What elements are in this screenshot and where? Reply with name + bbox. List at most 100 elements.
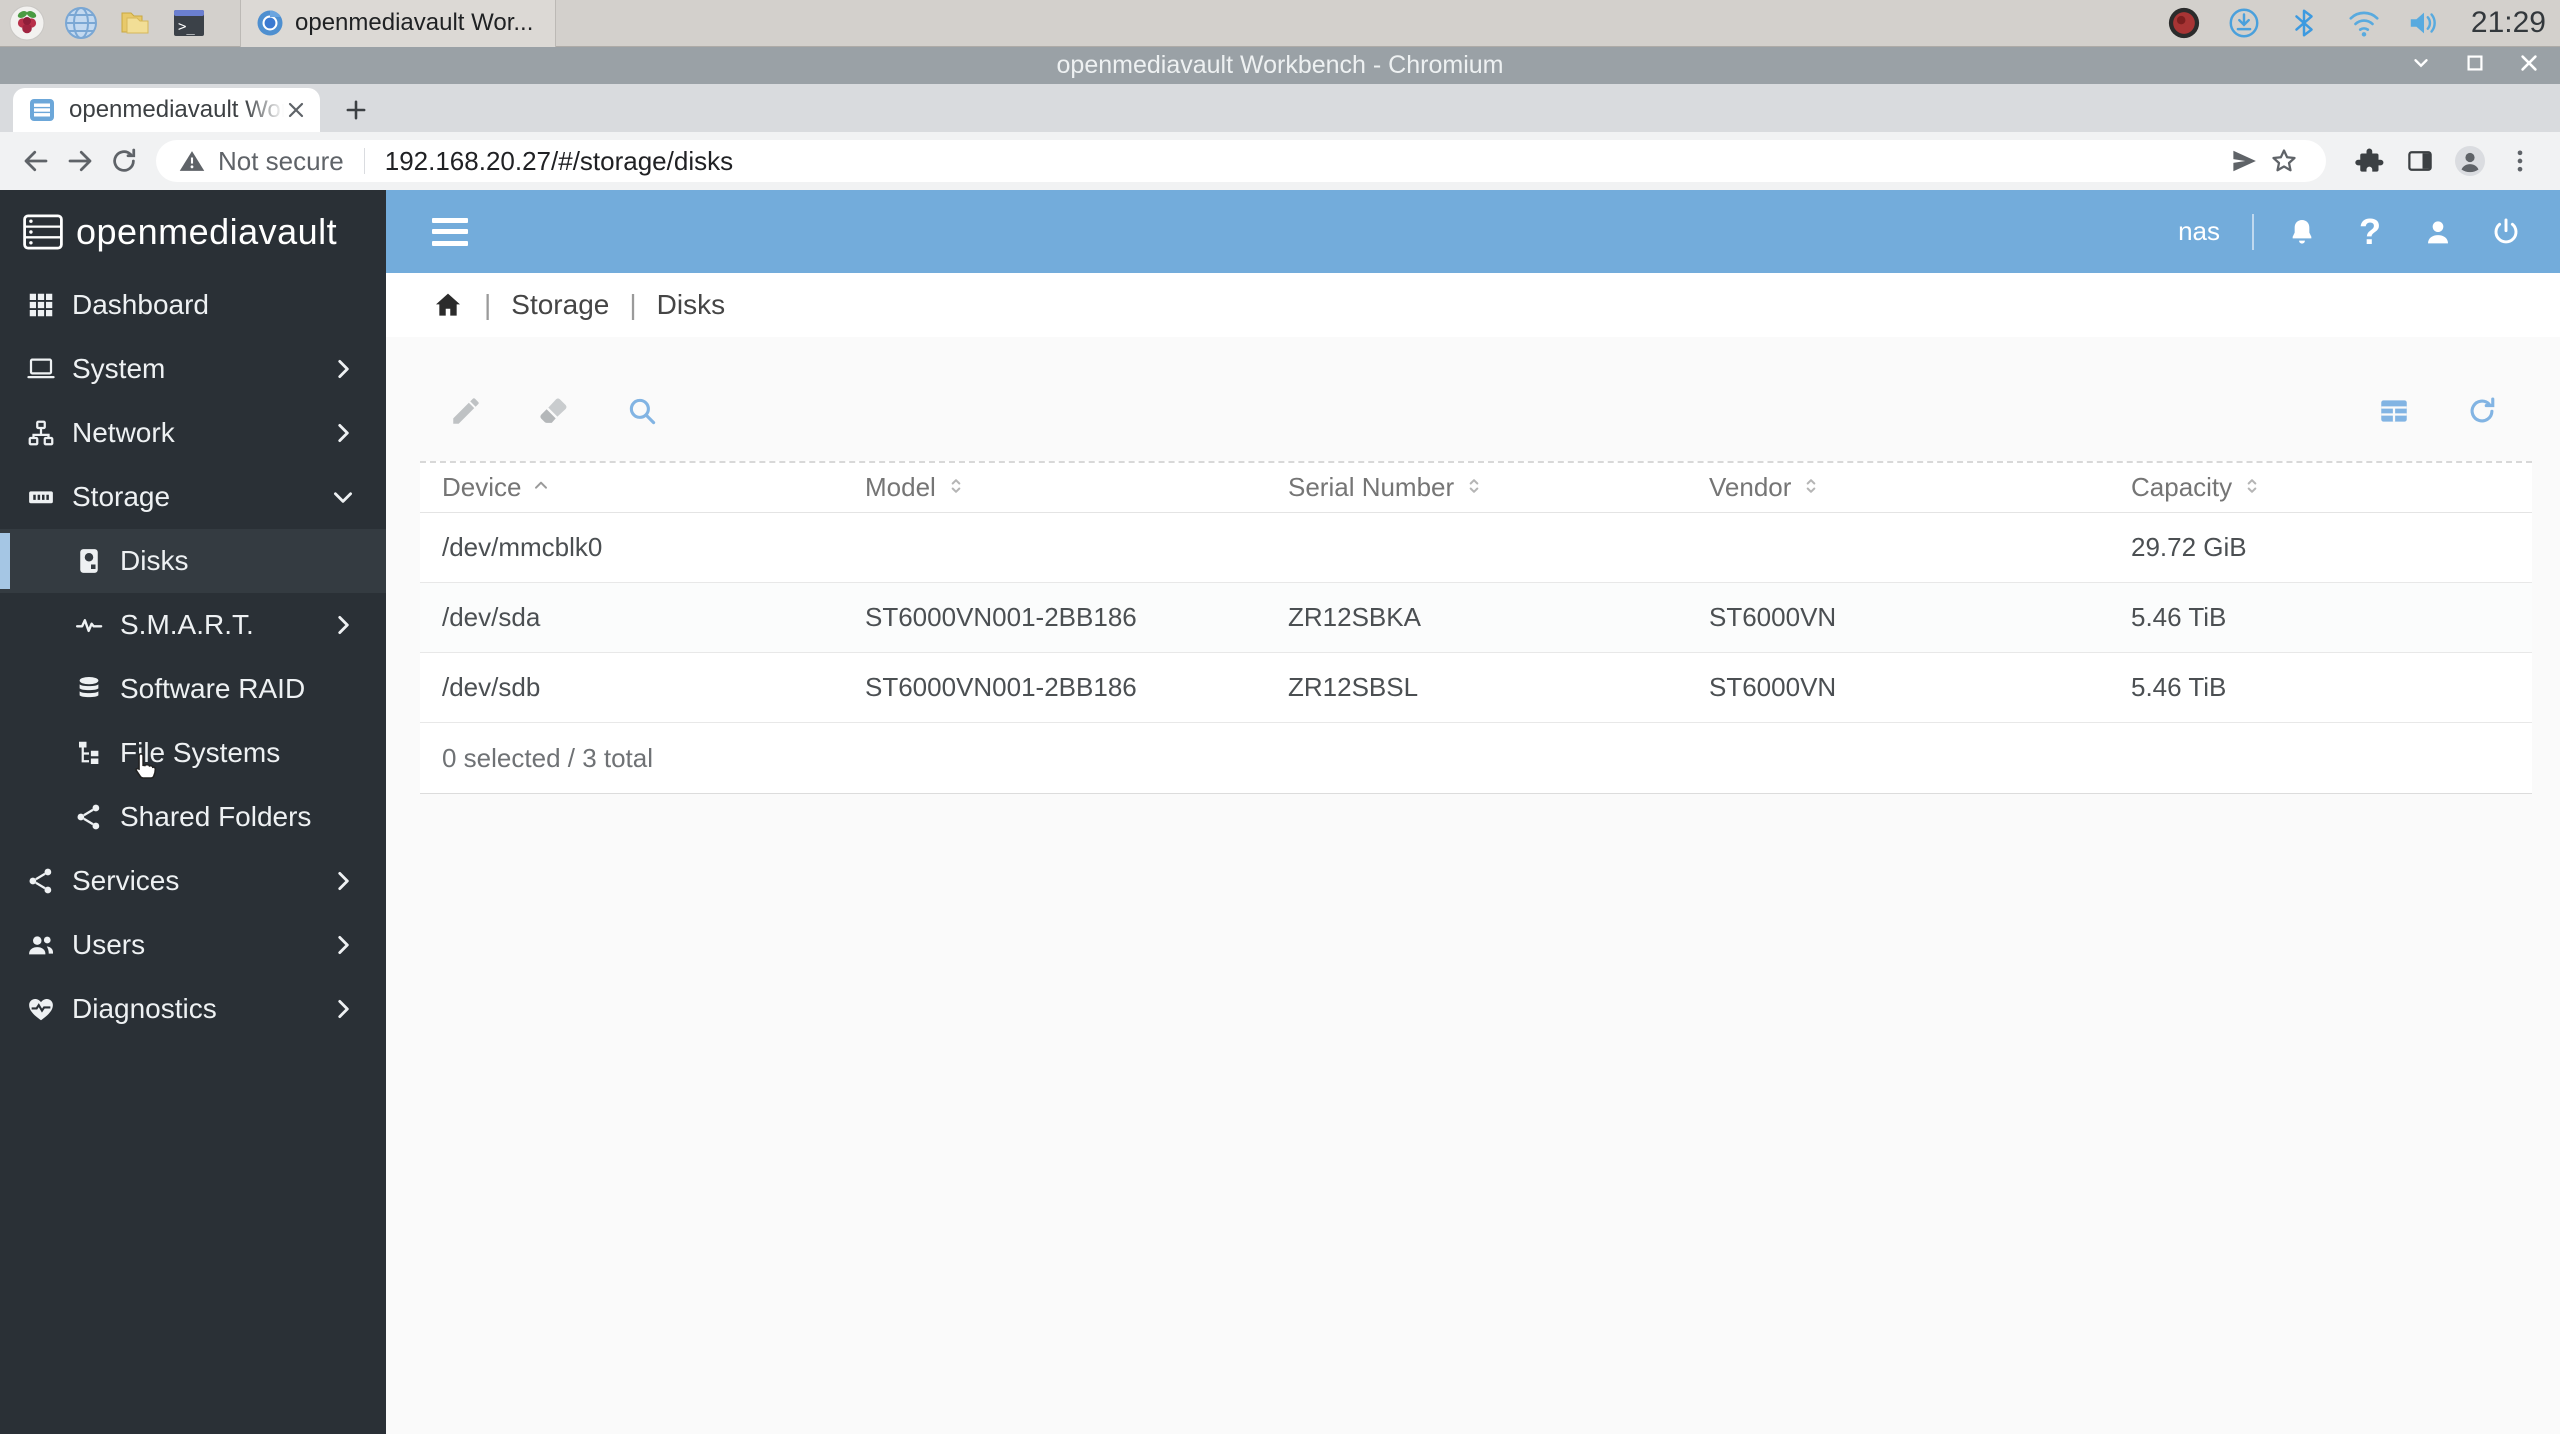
disk-icon [74,546,104,576]
chevron-right-icon [330,932,356,958]
tab-strip: openmediavault Workbe [0,84,2560,132]
search-button[interactable] [624,393,660,429]
hostname-label: nas [2178,216,2220,246]
user-icon[interactable] [2418,212,2458,252]
sidebar-item-users[interactable]: Users [0,913,386,977]
header-divider [2252,213,2254,250]
column-header-capacity[interactable]: Capacity [2109,472,2532,503]
column-header-vendor[interactable]: Vendor [1687,472,2109,503]
sidebar-item-shared-folders[interactable]: Shared Folders [0,785,386,849]
maximize-button[interactable] [2464,52,2486,79]
table-row[interactable]: /dev/mmcblk0 29.72 GiB [420,513,2532,583]
breadcrumb: | Storage | Disks [386,273,2560,337]
table-row[interactable]: /dev/sdb ST6000VN001-2BB186 ZR12SBSL ST6… [420,653,2532,723]
sort-icon [1801,472,1821,503]
send-to-device-icon[interactable] [2224,141,2264,181]
raspberry-menu-icon[interactable] [8,4,46,42]
sort-asc-icon [531,472,551,503]
terminal-icon[interactable]: >_ [170,4,208,42]
updates-icon[interactable] [2225,4,2263,42]
network-icon [26,418,56,448]
camera-status-icon[interactable] [2165,4,2203,42]
chevron-right-icon [330,868,356,894]
datatable-toolbar [386,385,2560,437]
sidebar-item-disks[interactable]: Disks [0,529,386,593]
storage-icon [26,482,56,512]
web-browser-icon[interactable] [62,4,100,42]
table-row[interactable]: /dev/sda ST6000VN001-2BB186 ZR12SBKA ST6… [420,583,2532,653]
not-secure-warning-icon [179,151,205,171]
minimize-button[interactable] [2410,52,2432,79]
sidebar-item-storage[interactable]: Storage [0,465,386,529]
chevron-right-icon [330,996,356,1022]
extensions-icon[interactable] [2348,139,2392,183]
logo-text: openmediavault [76,210,338,252]
sidebar: openmediavault Dashboard System Network … [0,190,386,1434]
app-header: nas ? [386,190,2560,273]
power-icon[interactable] [2486,212,2526,252]
close-button[interactable] [2518,52,2540,79]
edit-button[interactable] [448,393,484,429]
reload-table-button[interactable] [2464,393,2500,429]
taskbar-window-title: openmediavault Wor... [295,9,534,36]
sidebar-item-system[interactable]: System [0,337,386,401]
side-panel-icon[interactable] [2398,139,2442,183]
chevron-right-icon [330,356,356,382]
home-icon[interactable] [432,289,464,321]
bluetooth-icon[interactable] [2285,4,2323,42]
sidebar-item-file-systems[interactable]: File Systems [0,721,386,785]
new-tab-button[interactable] [334,88,378,132]
mouse-cursor-hand [135,752,157,779]
taskbar-clock[interactable]: 21:29 [2471,6,2546,40]
wifi-icon[interactable] [2345,4,2383,42]
disks-table: Device Model Serial Number Vendor Capaci… [420,461,2532,794]
browser-titlebar: openmediavault Workbench - Chromium [0,47,2560,84]
selection-summary: 0 selected / 3 total [442,742,654,773]
omnibox[interactable]: Not secure 192.168.20.27/#/storage/disks [156,140,2326,182]
columns-button[interactable] [2376,393,2412,429]
chevron-right-icon [330,612,356,638]
address-bar: Not secure 192.168.20.27/#/storage/disks [0,132,2560,190]
sidebar-item-smart[interactable]: S.M.A.R.T. [0,593,386,657]
security-label: Not secure [218,145,344,176]
back-button[interactable] [14,139,58,183]
browser-menu-kebab-icon[interactable] [2498,139,2542,183]
sidebar-item-diagnostics[interactable]: Diagnostics [0,977,386,1041]
url-text: 192.168.20.27/#/storage/disks [384,145,734,176]
tab-title: openmediavault Workbe [69,96,284,123]
os-taskbar: >_ openmediavault Wor... 21:29 [0,0,2560,47]
notifications-bell-icon[interactable] [2282,212,2322,252]
column-header-model[interactable]: Model [843,472,1266,503]
omnibox-divider [363,148,365,174]
dashboard-icon [26,290,56,320]
smart-icon [74,610,104,640]
tab-close-icon[interactable] [284,98,308,122]
chromium-icon [257,10,283,36]
breadcrumb-section: Storage [511,289,610,320]
sidebar-item-dashboard[interactable]: Dashboard [0,273,386,337]
table-header-row: Device Model Serial Number Vendor Capaci… [420,463,2532,513]
sidebar-item-network[interactable]: Network [0,401,386,465]
browser-tab[interactable]: openmediavault Workbe [13,88,320,132]
breadcrumb-page: Disks [656,289,726,320]
bookmark-star-icon[interactable] [2264,141,2304,181]
chevron-down-icon [330,484,356,510]
reload-button[interactable] [102,139,146,183]
hamburger-menu-icon[interactable] [432,217,468,246]
omv-favicon-icon [30,99,54,121]
help-icon[interactable]: ? [2350,211,2390,252]
profile-avatar[interactable] [2448,139,2492,183]
sidebar-item-software-raid[interactable]: Software RAID [0,657,386,721]
sidebar-item-services[interactable]: Services [0,849,386,913]
system-icon [26,354,56,384]
column-header-device[interactable]: Device [420,472,843,503]
forward-button[interactable] [58,139,102,183]
volume-icon[interactable] [2405,4,2443,42]
wipe-eraser-button[interactable] [536,393,572,429]
taskbar-window-button[interactable]: openmediavault Wor... [240,0,557,47]
omv-logo-icon [23,214,63,249]
file-manager-icon[interactable] [116,4,154,42]
sort-icon [2242,472,2262,503]
column-header-serial[interactable]: Serial Number [1266,472,1687,503]
services-icon [26,866,56,896]
